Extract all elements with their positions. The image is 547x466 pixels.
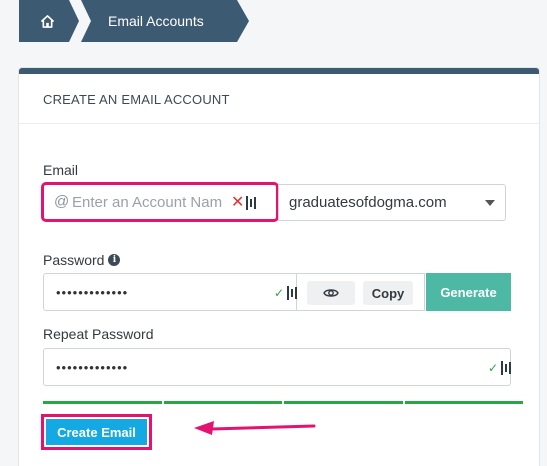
breadcrumb-home[interactable] bbox=[19, 0, 79, 42]
info-icon[interactable]: i bbox=[108, 254, 121, 266]
copy-password-button[interactable]: Copy bbox=[363, 281, 413, 305]
create-email-highlight: Create Email bbox=[41, 414, 152, 450]
panel-divider bbox=[19, 123, 539, 124]
strength-segment bbox=[284, 401, 403, 404]
strength-segment bbox=[404, 401, 523, 404]
repeat-password-label: Repeat Password bbox=[43, 326, 154, 342]
breadcrumb-email-accounts[interactable]: Email Accounts bbox=[81, 0, 249, 42]
password-tools: Copy bbox=[297, 273, 425, 311]
password-input[interactable]: ••••••••••••• ✓ bbox=[43, 273, 298, 311]
repeat-password-input[interactable]: ••••••••••••• ✓ bbox=[43, 348, 512, 386]
eye-icon bbox=[323, 289, 339, 297]
strength-segment bbox=[163, 401, 282, 404]
annotation-arrow-icon bbox=[194, 421, 316, 435]
password-strength-meter bbox=[43, 401, 523, 404]
create-email-button[interactable]: Create Email bbox=[46, 419, 147, 445]
domain-select-value: graduatesofdogma.com bbox=[289, 194, 447, 211]
password-value: ••••••••••••• bbox=[56, 285, 129, 300]
password-manager-icon[interactable] bbox=[246, 195, 256, 211]
at-icon: @ bbox=[54, 193, 70, 210]
password-manager-check-icon[interactable]: ✓ bbox=[488, 360, 512, 376]
show-password-button[interactable] bbox=[307, 281, 355, 305]
email-account-field[interactable]: @ ✕ bbox=[41, 182, 279, 222]
invalid-x-icon: ✕ bbox=[231, 194, 245, 211]
password-label: Password bbox=[43, 252, 105, 268]
password-manager-check-icon[interactable]: ✓ bbox=[274, 285, 298, 301]
email-label: Email bbox=[43, 162, 79, 178]
repeat-password-value: ••••••••••••• bbox=[56, 360, 129, 375]
home-icon bbox=[41, 14, 54, 28]
create-email-panel: CREATE AN EMAIL ACCOUNT Email @ ✕ gradua… bbox=[19, 68, 539, 466]
chevron-down-icon bbox=[485, 200, 495, 206]
panel-title: CREATE AN EMAIL ACCOUNT bbox=[43, 92, 230, 107]
strength-segment bbox=[43, 401, 162, 404]
password-label-row: Password i bbox=[43, 252, 121, 268]
breadcrumb-current-label: Email Accounts bbox=[108, 13, 204, 29]
domain-select[interactable]: graduatesofdogma.com bbox=[278, 184, 506, 221]
generate-password-button[interactable]: Generate bbox=[426, 273, 511, 311]
email-account-input[interactable] bbox=[72, 185, 222, 219]
